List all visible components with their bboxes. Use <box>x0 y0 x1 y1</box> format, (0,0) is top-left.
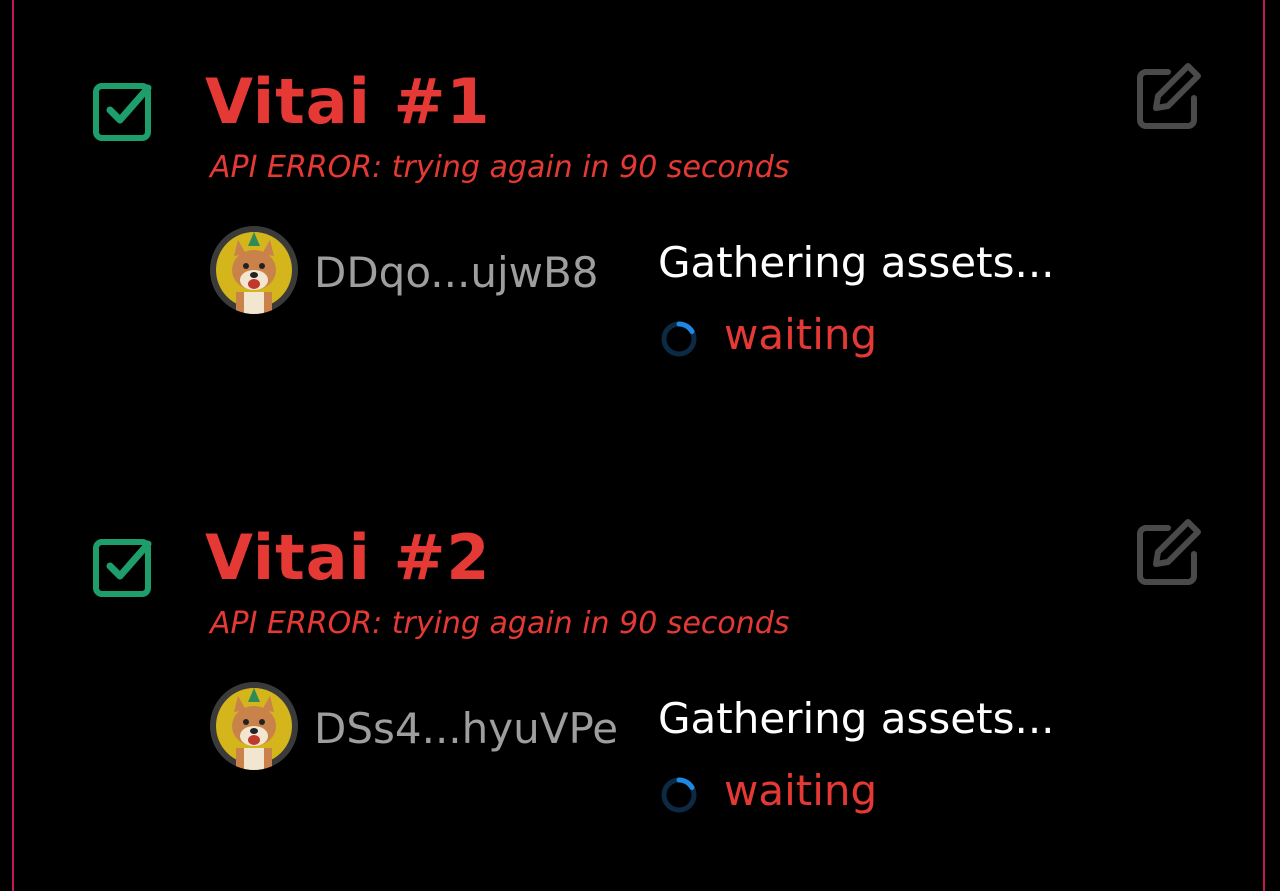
bot-card: Vitai #2 API ERROR: trying again in 90 s… <box>0 514 1280 844</box>
edit-icon[interactable] <box>1134 62 1202 130</box>
bot-card: Vitai #1 API ERROR: trying again in 90 s… <box>0 58 1280 388</box>
error-message: API ERROR: trying again in 90 seconds <box>210 606 790 641</box>
avatar-doge-image <box>210 682 298 770</box>
bot-title: Vitai #1 <box>205 65 491 138</box>
bot-title: Vitai #2 <box>205 521 491 594</box>
checkbox-checked-icon[interactable] <box>92 78 156 142</box>
loading-spinner-icon <box>661 321 697 357</box>
wallet-address: DDqo...ujwB8 <box>314 248 599 297</box>
loading-spinner-icon <box>661 777 697 813</box>
checkbox-checked-icon[interactable] <box>92 534 156 598</box>
avatar-doge-image <box>210 226 298 314</box>
status-text: Gathering assets... <box>658 238 1055 287</box>
wallet-address: DSs4...hyuVPe <box>314 704 619 753</box>
edit-icon[interactable] <box>1134 518 1202 586</box>
state-label: waiting <box>724 310 878 359</box>
status-text: Gathering assets... <box>658 694 1055 743</box>
error-message: API ERROR: trying again in 90 seconds <box>210 150 790 185</box>
state-label: waiting <box>724 766 878 815</box>
